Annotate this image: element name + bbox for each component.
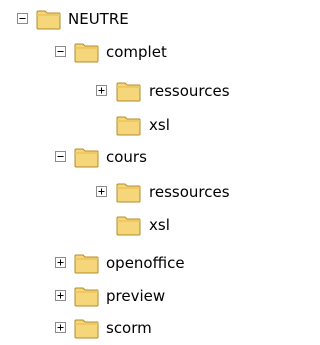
tree-node-scorm[interactable]: scorm (0, 313, 220, 343)
collapse-toggle-icon[interactable] (55, 151, 66, 162)
tree-node-xsl[interactable]: xsl (0, 210, 200, 240)
folder-icon (36, 9, 62, 30)
tree-node-label: xsl (149, 216, 170, 234)
expand-toggle-icon[interactable] (96, 186, 107, 197)
tree-node-neutre[interactable]: NEUTRE (0, 4, 220, 34)
tree-node-label: ressources (149, 183, 230, 201)
folder-icon (116, 115, 142, 136)
tree-node-openoffice[interactable]: openoffice (0, 248, 220, 278)
tree-node-ressources[interactable]: ressources (0, 177, 279, 207)
tree-node-preview[interactable]: preview (0, 281, 220, 311)
folder-icon (74, 286, 100, 307)
tree-node-ressources[interactable]: ressources (0, 76, 279, 106)
tree-node-label: ressources (149, 82, 230, 100)
folder-icon (74, 318, 100, 339)
tree-node-label: complet (106, 43, 167, 61)
tree-node-cours[interactable]: cours (0, 142, 200, 172)
tree-node-label: preview (106, 287, 166, 305)
tree-node-xsl[interactable]: xsl (0, 110, 200, 140)
expand-toggle-icon[interactable] (55, 290, 66, 301)
expand-toggle-icon[interactable] (96, 85, 107, 96)
tree-node-label: NEUTRE (68, 10, 129, 28)
tree-node-complet[interactable]: complet (0, 37, 240, 67)
folder-icon (74, 147, 100, 168)
folder-icon (116, 215, 142, 236)
folder-icon (74, 42, 100, 63)
tree-node-label: cours (106, 148, 147, 166)
folder-tree: NEUTRE complet ressources xsl cours ress… (0, 0, 279, 345)
expand-toggle-icon[interactable] (55, 257, 66, 268)
tree-node-label: xsl (149, 116, 170, 134)
folder-icon (116, 81, 142, 102)
folder-icon (116, 182, 142, 203)
expand-toggle-icon[interactable] (55, 322, 66, 333)
collapse-toggle-icon[interactable] (17, 13, 28, 24)
tree-node-label: openoffice (106, 254, 185, 272)
tree-node-label: scorm (106, 319, 152, 337)
collapse-toggle-icon[interactable] (55, 46, 66, 57)
folder-icon (74, 253, 100, 274)
